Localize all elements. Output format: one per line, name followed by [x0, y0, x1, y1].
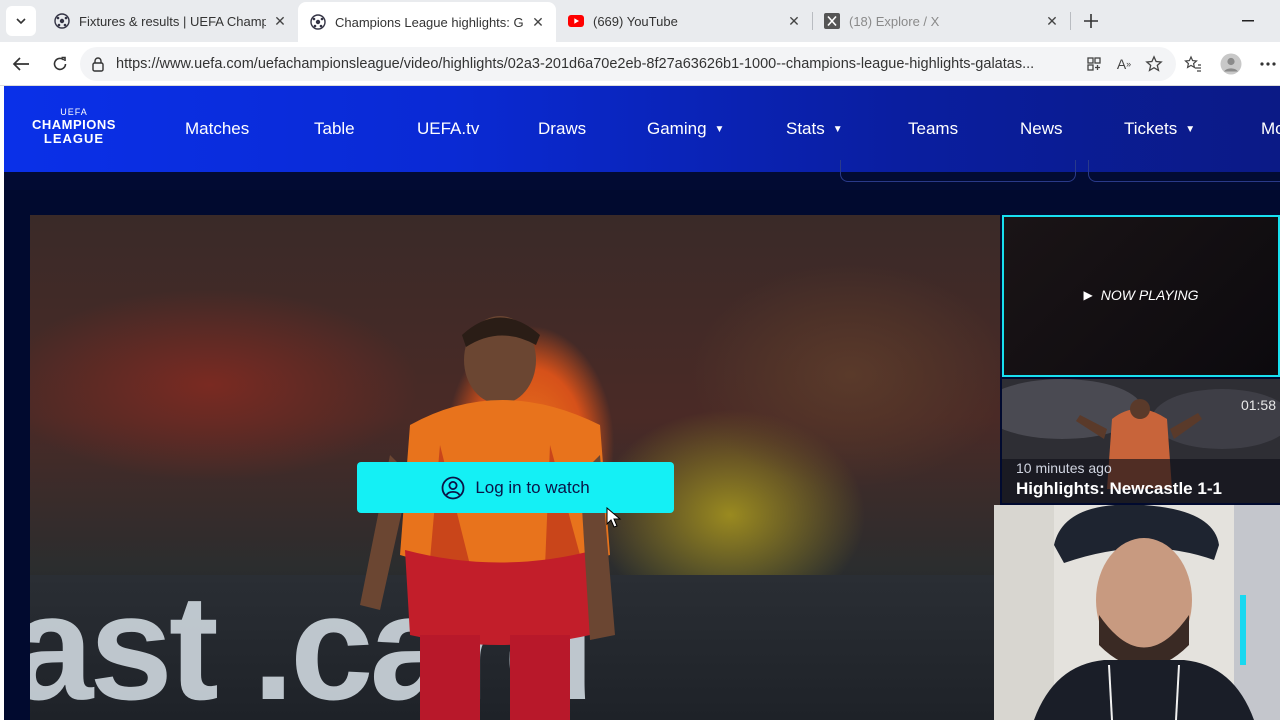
- nav-label: Teams: [908, 119, 959, 138]
- close-icon[interactable]: ✕: [530, 14, 546, 30]
- settings-menu-button[interactable]: [1254, 50, 1280, 78]
- next-video-card[interactable]: 01:58 10 minutes ago Highlights: Newcast…: [1002, 379, 1280, 503]
- nav-tickets[interactable]: Tickets ▼: [1124, 117, 1195, 141]
- app-available-icon[interactable]: [1084, 54, 1104, 74]
- more-dots-icon: [1260, 62, 1276, 66]
- minimize-icon: [1242, 20, 1254, 22]
- close-icon[interactable]: ✕: [272, 13, 288, 29]
- nav-news[interactable]: News: [1020, 117, 1063, 141]
- reload-button[interactable]: [46, 50, 74, 78]
- tab-title: (18) Explore / X: [849, 13, 940, 29]
- nav-label: Mo: [1261, 119, 1280, 138]
- login-label: Log in to watch: [475, 477, 590, 497]
- play-icon: ▶: [1083, 288, 1093, 302]
- plus-icon: [1084, 14, 1098, 28]
- sub-nav-button[interactable]: [1088, 160, 1280, 182]
- nav-gaming[interactable]: Gaming ▼: [647, 117, 724, 141]
- youtube-icon: [568, 13, 584, 29]
- browser-tab-strip: Fixtures & results | UEFA Champions ✕ Ch…: [0, 0, 1280, 42]
- tab-youtube[interactable]: (669) YouTube ✕: [556, 2, 812, 40]
- back-button[interactable]: [7, 50, 35, 78]
- url-text[interactable]: https://www.uefa.com/uefachampionsleague…: [116, 56, 1076, 72]
- minimize-window-button[interactable]: [1238, 8, 1258, 34]
- now-playing-card[interactable]: ▶ NOW PLAYING: [1002, 215, 1280, 377]
- logo-line-1: CHAMPIONS: [32, 117, 116, 132]
- reload-icon: [53, 56, 67, 71]
- logo-line-2: LEAGUE: [43, 131, 105, 146]
- nav-more[interactable]: Mo: [1261, 117, 1280, 141]
- nav-teams[interactable]: Teams: [908, 117, 958, 141]
- tab-list-button[interactable]: [6, 6, 36, 36]
- nav-label: Tickets: [1124, 119, 1178, 138]
- nav-table[interactable]: Table: [314, 117, 355, 141]
- nav-label: Matches: [185, 119, 250, 138]
- webcam-overlay: [994, 505, 1280, 720]
- nav-label: Gaming: [647, 119, 707, 138]
- nav-matches[interactable]: Matches: [185, 117, 249, 141]
- tab-separator: [1070, 12, 1071, 30]
- user-circle-icon: [441, 476, 465, 500]
- profile-button[interactable]: [1217, 50, 1245, 78]
- favorite-star-icon[interactable]: [1144, 54, 1164, 74]
- video-duration: 01:58: [1240, 397, 1276, 413]
- nav-label: News: [1020, 119, 1063, 138]
- nav-stats[interactable]: Stats ▼: [786, 117, 843, 141]
- read-aloud-icon[interactable]: A»: [1114, 54, 1134, 74]
- nav-label: Table: [314, 119, 355, 138]
- favorites-list-icon: [1184, 55, 1201, 72]
- nav-uefa-tv[interactable]: UEFA.tv: [417, 117, 479, 141]
- uefa-ball-icon: [54, 13, 70, 29]
- uefa-ball-icon: [310, 14, 326, 30]
- chevron-down-icon: [16, 18, 26, 25]
- nav-label: UEFA.tv: [417, 119, 480, 138]
- close-icon[interactable]: ✕: [1044, 13, 1060, 29]
- tab-title: Fixtures & results | UEFA Champions: [79, 13, 266, 29]
- new-tab-button[interactable]: [1078, 8, 1104, 34]
- caret-down-icon: ▼: [1185, 123, 1196, 135]
- avatar: [1220, 53, 1242, 75]
- video-player[interactable]: ast .card Log in to watch: [30, 215, 1000, 720]
- lock-icon: [92, 57, 104, 72]
- nav-label: Stats: [786, 119, 825, 138]
- tab-title: (669) YouTube: [593, 13, 678, 29]
- nav-label: Draws: [538, 119, 587, 138]
- caret-down-icon: ▼: [714, 123, 725, 135]
- caret-down-icon: ▼: [832, 123, 843, 135]
- favorites-button[interactable]: [1179, 50, 1207, 78]
- close-icon[interactable]: ✕: [786, 13, 802, 29]
- now-playing-text: NOW PLAYING: [1100, 287, 1199, 303]
- video-title: Highlights: Newcastle 1-1: [1016, 479, 1222, 498]
- sub-navigation: [4, 160, 1280, 190]
- video-time-ago: 10 minutes ago: [1016, 460, 1112, 476]
- login-to-watch-button[interactable]: Log in to watch: [357, 462, 674, 513]
- sub-nav-button[interactable]: [840, 160, 1076, 182]
- address-bar[interactable]: https://www.uefa.com/uefachampionsleague…: [80, 47, 1176, 81]
- mouse-cursor-icon: [606, 507, 622, 528]
- now-playing-label: ▶ NOW PLAYING: [1004, 287, 1278, 303]
- browser-toolbar: https://www.uefa.com/uefachampionsleague…: [0, 42, 1280, 86]
- streamer-webcam-image: [994, 505, 1280, 720]
- x-icon: [824, 13, 840, 29]
- champions-league-logo[interactable]: UEFA CHAMPIONS LEAGUE: [26, 106, 122, 152]
- back-arrow-icon: [12, 57, 29, 71]
- tab-x-explore[interactable]: (18) Explore / X ✕: [812, 2, 1070, 40]
- tab-highlights-active[interactable]: Champions League highlights: Galatasaray…: [298, 2, 556, 42]
- tab-title: Champions League highlights: Galatasaray: [335, 14, 524, 30]
- tab-fixtures[interactable]: Fixtures & results | UEFA Champions ✕: [42, 2, 298, 40]
- nav-draws[interactable]: Draws: [538, 117, 586, 141]
